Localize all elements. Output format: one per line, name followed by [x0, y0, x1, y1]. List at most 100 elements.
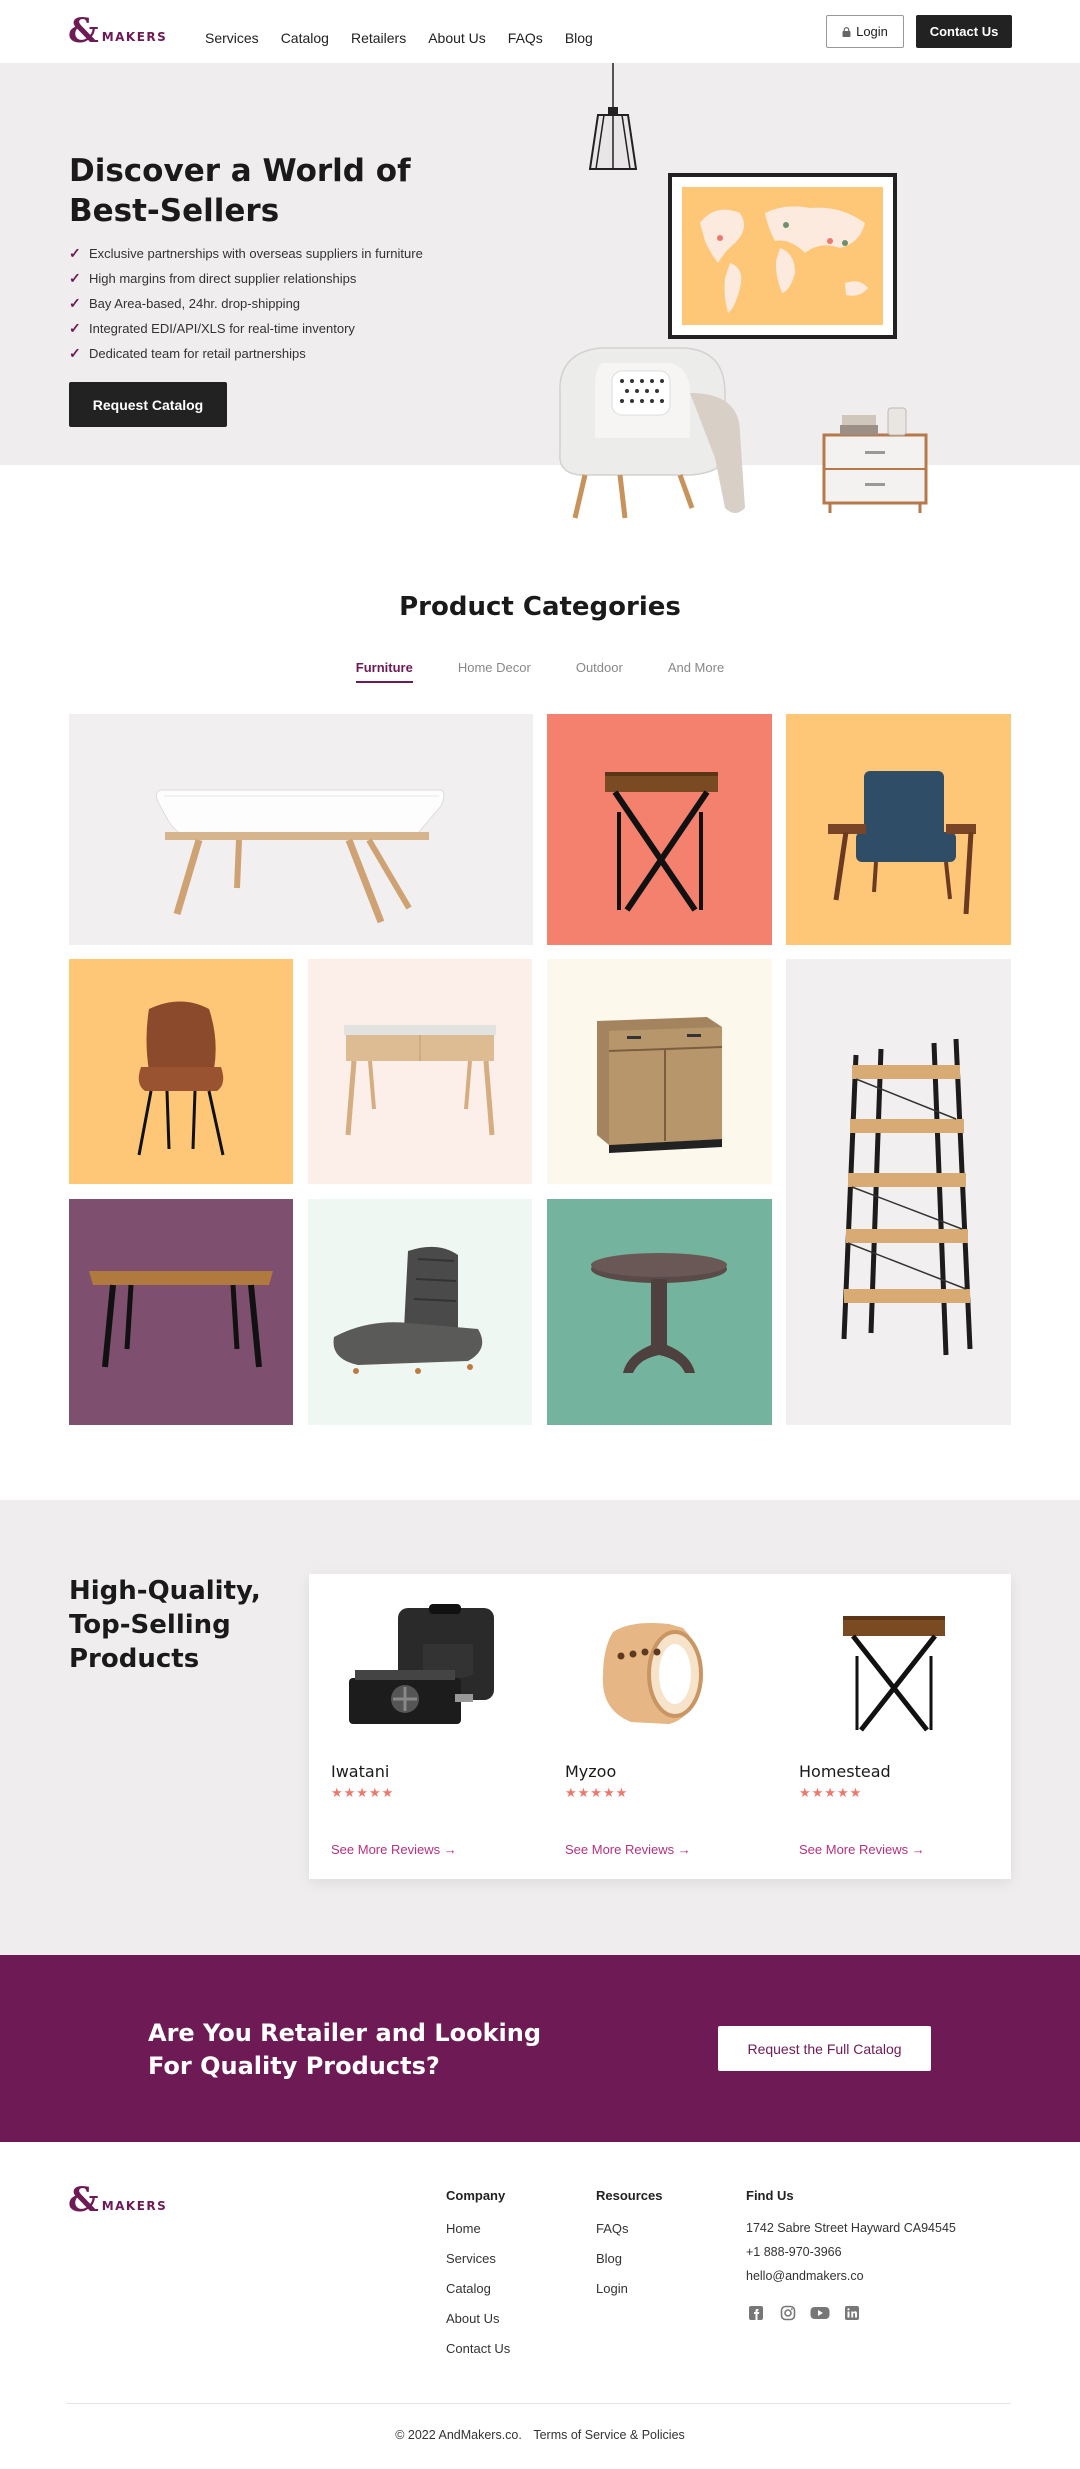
instagram-icon[interactable]	[778, 2303, 798, 2323]
terms-link[interactable]: Terms of Service & Policies	[533, 2428, 684, 2442]
cta-title: Are You Retailer and Looking For Quality…	[148, 2019, 542, 2080]
footer-divider	[66, 2403, 1011, 2404]
nav-blog[interactable]: Blog	[565, 30, 593, 46]
tab-furniture[interactable]: Furniture	[355, 660, 413, 683]
star-rating: ★★★★★	[331, 1785, 395, 1800]
footer-link-blog[interactable]: Blog	[596, 2251, 662, 2281]
footer-link-contact-us[interactable]: Contact Us	[446, 2341, 510, 2371]
nav-services[interactable]: Services	[205, 30, 259, 46]
check-icon: ✓	[69, 345, 81, 361]
request-full-catalog-button[interactable]: Request the Full Catalog	[718, 2026, 931, 2071]
footer-resources-title: Resources	[596, 2188, 663, 2203]
benefit-item: ✓ Dedicated team for retail partnerships	[69, 345, 306, 361]
footer-phone[interactable]: +1 888-970-3966	[746, 2245, 956, 2269]
footer-find-us-title: Find Us	[746, 2188, 794, 2203]
iwatani-product-image	[349, 1604, 494, 1724]
logo-ampersand: &	[68, 2180, 99, 2220]
request-catalog-button[interactable]: Request Catalog	[69, 382, 227, 427]
hero-furniture-illustration	[559, 63, 928, 519]
check-icon: ✓	[69, 295, 81, 311]
logo-ampersand: &	[68, 11, 99, 51]
nav-faqs[interactable]: FAQs	[508, 30, 543, 46]
footer-link-catalog[interactable]: Catalog	[446, 2281, 510, 2311]
leather-chair-image	[137, 1001, 225, 1156]
footer-resources-column: Resources FAQs Blog Login	[596, 2188, 662, 2311]
footer-link-services[interactable]: Services	[446, 2251, 510, 2281]
hero-benefits-list: ✓ Exclusive partnerships with overseas su…	[69, 241, 423, 366]
footer-link-faqs[interactable]: FAQs	[596, 2221, 662, 2251]
retailer-cta-banner: Are You Retailer and Looking For Quality…	[0, 1955, 1080, 2142]
category-tile-tray-table[interactable]	[547, 714, 772, 945]
page: & MAKERS Services Catalog Retailers Abou…	[0, 0, 1080, 2469]
benefit-item: ✓ Integrated EDI/API/XLS for real-time in…	[69, 320, 355, 336]
nav-retailers[interactable]: Retailers	[351, 30, 406, 46]
benefit-item: ✓ Exclusive partnerships with overseas su…	[69, 245, 423, 261]
dining-table-image	[89, 1271, 273, 1368]
contact-us-button[interactable]: Contact Us	[916, 15, 1012, 48]
sideboard-image	[597, 1017, 723, 1153]
hero-title: Discover a World of Best-Sellers	[69, 153, 411, 229]
footer-link-login[interactable]: Login	[596, 2281, 662, 2311]
tab-outdoor[interactable]: Outdoor	[576, 660, 623, 683]
category-tile-dining-table[interactable]	[69, 1199, 293, 1425]
see-more-reviews-link[interactable]: See More Reviews →	[331, 1842, 457, 1857]
category-tabs: Furniture Home Decor Outdoor And More	[0, 660, 1080, 683]
product-card-iwatani[interactable]: Iwatani ★★★★★ See More Reviews →	[309, 1574, 543, 1879]
facebook-icon[interactable]	[746, 2303, 766, 2323]
category-tile-leather-chair[interactable]	[69, 959, 293, 1184]
login-label: Login	[856, 24, 888, 39]
check-icon: ✓	[69, 270, 81, 286]
see-more-reviews-link[interactable]: See More Reviews →	[565, 1842, 691, 1857]
check-icon: ✓	[69, 245, 81, 261]
check-icon: ✓	[69, 320, 81, 336]
category-tile-coffee-table[interactable]	[69, 714, 533, 945]
benefit-item: ✓ Bay Area-based, 24hr. drop-shipping	[69, 295, 301, 311]
login-button[interactable]: Login	[826, 15, 904, 48]
category-tile-ladder-shelf[interactable]	[786, 959, 1011, 1425]
category-tile-armchair[interactable]	[786, 714, 1011, 945]
footer-link-home[interactable]: Home	[446, 2221, 510, 2251]
product-cards: Iwatani ★★★★★ See More Reviews → Myzoo ★…	[309, 1574, 1011, 1879]
top-products-section: High-Quality, Top-Selling Products Iwata…	[0, 1500, 1080, 1955]
category-tile-console-desk[interactable]	[308, 959, 532, 1184]
tab-and-more[interactable]: And More	[668, 660, 724, 683]
myzoo-product-image	[602, 1623, 703, 1724]
product-name: Homestead	[799, 1762, 891, 1781]
see-more-reviews-link[interactable]: See More Reviews →	[799, 1842, 925, 1857]
pedestal-table-image	[591, 1253, 727, 1373]
coffee-table-image	[156, 789, 445, 924]
footer-address: 1742 Sabre Street Hayward CA94545	[746, 2221, 956, 2235]
footer-company-column: Company Home Services Catalog About Us C…	[446, 2188, 510, 2371]
logo[interactable]: & MAKERS	[68, 11, 167, 51]
tab-home-decor[interactable]: Home Decor	[458, 660, 531, 683]
lock-icon	[842, 26, 851, 37]
product-name: Iwatani	[331, 1762, 390, 1781]
copyright-text: © 2022 AndMakers.co.	[395, 2428, 522, 2442]
linkedin-icon[interactable]	[842, 2303, 862, 2323]
homestead-product-image	[843, 1616, 945, 1732]
product-card-myzoo[interactable]: Myzoo ★★★★★ See More Reviews →	[543, 1574, 777, 1879]
star-rating: ★★★★★	[799, 1785, 863, 1800]
star-rating: ★★★★★	[565, 1785, 629, 1800]
product-card-homestead[interactable]: Homestead ★★★★★ See More Reviews →	[777, 1574, 1011, 1879]
footer-link-about-us[interactable]: About Us	[446, 2311, 510, 2341]
footer-logo[interactable]: & MAKERS	[68, 2180, 168, 2220]
category-tile-sideboard[interactable]	[547, 959, 772, 1184]
category-tile-floor-chair[interactable]	[308, 1199, 532, 1425]
product-name: Myzoo	[565, 1762, 617, 1781]
tray-table-image	[605, 772, 718, 912]
benefit-item: ✓ High margins from direct supplier relat…	[69, 270, 357, 286]
category-tile-pedestal-table[interactable]	[547, 1199, 772, 1425]
logo-wordmark: MAKERS	[101, 2199, 168, 2213]
console-desk-image	[344, 1025, 496, 1136]
footer-bottom-bar: © 2022 AndMakers.co. Terms of Service & …	[0, 2428, 1080, 2442]
youtube-icon[interactable]	[810, 2303, 830, 2323]
site-header: & MAKERS Services Catalog Retailers Abou…	[0, 0, 1080, 63]
nav-catalog[interactable]: Catalog	[281, 30, 329, 46]
hero-section: Discover a World of Best-Sellers ✓ Exclus…	[0, 63, 1080, 519]
footer-find-us-column: Find Us 1742 Sabre Street Hayward CA9454…	[746, 2188, 956, 2323]
nav-about-us[interactable]: About Us	[428, 30, 486, 46]
main-nav: Services Catalog Retailers About Us FAQs…	[205, 30, 593, 46]
footer-company-title: Company	[446, 2188, 506, 2203]
footer-email[interactable]: hello@andmakers.co	[746, 2269, 956, 2293]
